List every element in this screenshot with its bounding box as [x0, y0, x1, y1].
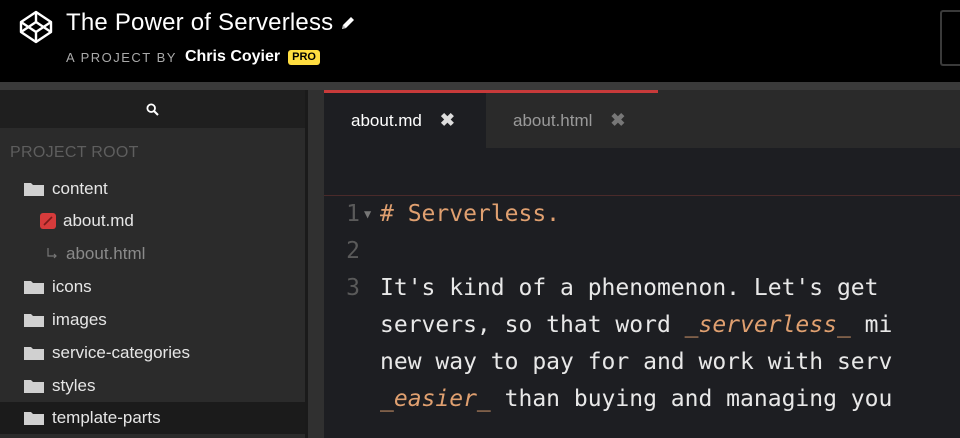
code-line: 3 It's kind of a phenomenon. Let's get — [324, 271, 879, 305]
folder-icon — [24, 314, 44, 327]
sidebar-item-label: about.html — [66, 244, 146, 263]
tab-label: about.html — [513, 110, 593, 130]
child-arrow-icon — [47, 248, 57, 259]
code-emphasis: _easier_ — [380, 386, 491, 412]
sidebar-item-label: styles — [52, 376, 96, 395]
pro-badge: PRO — [288, 49, 320, 65]
close-icon[interactable]: ✖ — [610, 110, 625, 131]
sidebar-search-button[interactable] — [0, 90, 305, 128]
sidebar-item-service-categories[interactable]: service-categories — [0, 337, 305, 369]
sidebar-item-template-parts[interactable]: template-parts — [0, 402, 305, 434]
tab-about-html[interactable]: about.html ✖ — [486, 90, 658, 148]
editor-panel: about.md ✖ about.html ✖ 1 ▼ # Serverless… — [324, 90, 960, 438]
project-title[interactable]: The Power of Serverless — [66, 9, 333, 37]
file-sidebar: PROJECT ROOT content about.md about.html… — [0, 90, 308, 438]
sidebar-item-label: template-parts — [52, 408, 161, 427]
sidebar-item-icons[interactable]: icons — [0, 271, 305, 303]
code-line: 2 — [324, 234, 380, 268]
code-line: new way to pay for and work with serv — [324, 345, 892, 379]
byline: A PROJECT BY Chris Coyier PRO — [66, 48, 320, 66]
markdown-file-icon — [40, 213, 56, 229]
code-text: It's kind of a phenomenon. Let's get — [380, 275, 879, 301]
folder-icon — [24, 412, 44, 425]
sidebar-item-about-html[interactable]: about.html — [0, 238, 305, 270]
header-action-button[interactable] — [940, 10, 960, 66]
code-text: # Serverless. — [380, 201, 561, 227]
author-name[interactable]: Chris Coyier — [185, 48, 280, 66]
sidebar-item-images[interactable]: images — [0, 304, 305, 336]
folder-icon — [24, 281, 44, 294]
fold-arrow-icon[interactable]: ▼ — [360, 207, 380, 221]
line-number: 1 — [346, 201, 360, 227]
line-number: 3 — [346, 275, 360, 301]
sidebar-item-content[interactable]: content — [0, 173, 305, 205]
line-number: 2 — [346, 238, 360, 264]
sidebar-item-label: service-categories — [52, 343, 190, 362]
header-divider — [0, 82, 960, 90]
code-line: _easier_ than buying and managing you — [324, 382, 892, 416]
sidebar-item-label: images — [52, 310, 107, 329]
panel-resize-handle[interactable] — [308, 90, 324, 438]
tab-about-md[interactable]: about.md ✖ — [324, 90, 486, 148]
folder-icon — [24, 183, 44, 196]
code-editor[interactable]: 1 ▼ # Serverless. 2 3 It's kind of a phe… — [324, 197, 960, 438]
byline-label: A PROJECT BY — [66, 49, 177, 65]
project-root-label: PROJECT ROOT — [10, 144, 139, 161]
edit-pencil-icon[interactable] — [339, 14, 357, 32]
sidebar-item-label: about.md — [63, 211, 134, 230]
project-header: The Power of Serverless A PROJECT BY Chr… — [0, 0, 960, 82]
codepen-logo-icon[interactable] — [18, 9, 54, 45]
sidebar-item-label: icons — [52, 277, 92, 296]
code-text: than buying and managing you — [490, 386, 893, 412]
folder-icon — [24, 380, 44, 393]
code-text: mi — [850, 312, 893, 338]
code-line: 1 ▼ # Serverless. — [324, 197, 560, 231]
sidebar-item-about-md[interactable]: about.md — [0, 205, 305, 237]
sidebar-item-label: content — [52, 179, 108, 198]
sidebar-item-styles[interactable]: styles — [0, 370, 305, 402]
search-icon — [146, 102, 159, 116]
code-text: new way to pay for and work with serv — [380, 349, 893, 375]
close-icon[interactable]: ✖ — [440, 110, 455, 131]
tab-label: about.md — [351, 110, 422, 130]
editor-toolbar — [324, 148, 960, 196]
code-line: servers, so that word _serverless_ mi — [324, 308, 892, 342]
folder-icon — [24, 347, 44, 360]
code-text: servers, so that word — [380, 312, 685, 338]
tab-bar: about.md ✖ about.html ✖ — [324, 90, 960, 148]
code-emphasis: _serverless_ — [684, 312, 851, 338]
